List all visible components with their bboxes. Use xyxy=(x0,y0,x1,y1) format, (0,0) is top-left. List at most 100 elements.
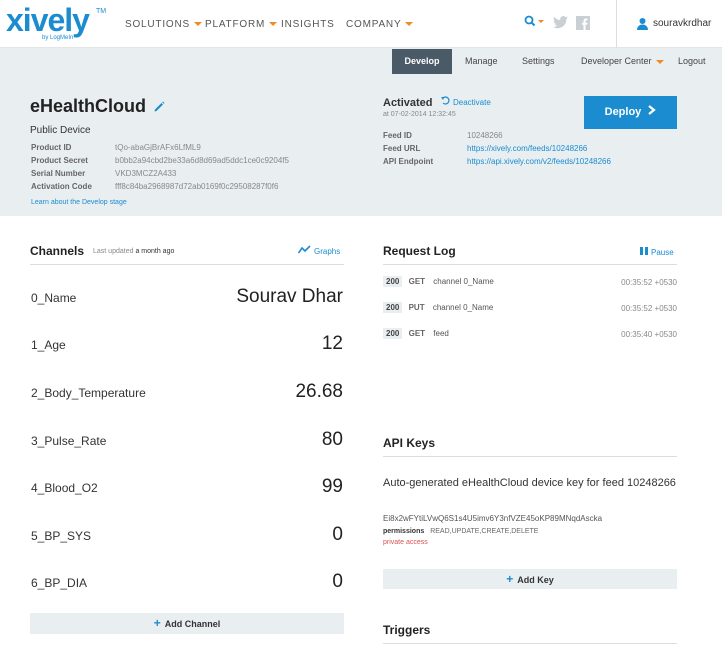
add-key-button[interactable]: + Add Key xyxy=(383,569,677,589)
channel-name[interactable]: 0_Name xyxy=(31,291,76,305)
nav-company[interactable]: COMPANY xyxy=(346,19,414,30)
nav-insights[interactable]: INSIGHTS xyxy=(281,19,335,30)
chevron-right-icon xyxy=(648,105,657,115)
facebook-link[interactable] xyxy=(576,16,590,35)
channel-value: 0 xyxy=(332,524,343,545)
api-key-value[interactable]: Ei8x2wFYtiLVwQ6S1s4U5imv6Y3nfVZE45oKP89M… xyxy=(383,514,602,523)
channel-name[interactable]: 1_Age xyxy=(31,338,66,352)
http-method: GET xyxy=(408,277,426,286)
dropdown-caret-icon xyxy=(405,22,414,27)
user-menu[interactable]: souravkrdhar xyxy=(636,17,711,30)
channel-value: 80 xyxy=(321,429,343,450)
channel-name[interactable]: 2_Body_Temperature xyxy=(31,386,146,400)
request-log-title: Request Log xyxy=(383,244,456,258)
channel-name[interactable]: 3_Pulse_Rate xyxy=(31,434,106,448)
search-button[interactable] xyxy=(524,15,544,34)
nav-platform[interactable]: PLATFORM xyxy=(205,19,278,30)
deactivate-label: Deactivate xyxy=(453,98,491,107)
channel-value: 0 xyxy=(332,571,343,592)
serial-number-value: VKD3MCZ2A433 xyxy=(115,169,177,178)
add-channel-label: Add Channel xyxy=(164,619,221,629)
permissions-value: READ,UPDATE,CREATE,DELETE xyxy=(430,528,539,535)
learn-develop-link[interactable]: Learn about the Develop stage xyxy=(31,199,127,206)
product-secret-value: b0bb2a94cbd2be33a6d8d69ad5ddc1ce0c9204f5 xyxy=(115,156,289,165)
channel-value: Sourav Dhar xyxy=(236,286,343,307)
status-code: 200 xyxy=(383,328,403,339)
log-row[interactable]: 200 PUT channel 0_Name 00:35:52 +0530 xyxy=(383,302,677,318)
graphs-link[interactable]: Graphs xyxy=(297,245,340,256)
channel-value: 99 xyxy=(321,476,343,497)
logout-link[interactable]: Logout xyxy=(678,49,706,74)
api-endpoint-link[interactable]: https://api.xively.com/v2/feeds/10248266 xyxy=(467,157,611,166)
graph-icon xyxy=(297,245,311,254)
logo-trademark: TM xyxy=(96,8,107,15)
nav-label: SOLUTIONS xyxy=(125,19,190,30)
product-secret-label: Product Secret xyxy=(31,156,88,165)
pause-label: Pause xyxy=(651,248,674,257)
tab-developer-center[interactable]: Developer Center xyxy=(581,49,664,74)
channel-name[interactable]: 5_BP_SYS xyxy=(31,529,91,543)
channel-name[interactable]: 4_Blood_O2 xyxy=(31,481,98,495)
device-type: Public Device xyxy=(30,125,91,136)
user-separator xyxy=(616,0,617,48)
nav-label: INSIGHTS xyxy=(281,19,335,30)
deactivate-link[interactable]: Deactivate xyxy=(441,96,491,107)
tab-manage[interactable]: Manage xyxy=(465,49,498,74)
http-method: GET xyxy=(408,329,426,338)
user-icon xyxy=(637,18,648,30)
dropdown-caret-icon xyxy=(655,59,664,64)
top-navigation-bar: xively TM by LogMeIn SOLUTIONS PLATFORM … xyxy=(0,0,722,48)
permissions-label: permissions xyxy=(383,528,425,535)
logo-text: xively xyxy=(6,2,90,38)
log-resource: feed xyxy=(433,329,449,338)
xively-logo[interactable]: xively TM by LogMeIn xyxy=(6,2,106,41)
triggers-divider xyxy=(383,643,677,644)
twitter-icon xyxy=(553,16,568,29)
deploy-label: Deploy xyxy=(604,106,642,118)
nav-solutions[interactable]: SOLUTIONS xyxy=(125,19,202,30)
logo-subtitle: by LogMeIn xyxy=(42,35,74,41)
pause-icon xyxy=(640,247,648,255)
log-time: 00:35:40 +0530 xyxy=(621,330,677,339)
twitter-link[interactable] xyxy=(553,16,568,34)
feed-url-label: Feed URL xyxy=(383,144,421,153)
log-row[interactable]: 200 GET channel 0_Name 00:35:52 +0530 xyxy=(383,276,677,292)
log-row[interactable]: 200 GET feed 00:35:40 +0530 xyxy=(383,328,677,344)
updated-value: a month ago xyxy=(135,248,175,255)
deploy-button[interactable]: Deploy xyxy=(584,96,677,129)
edit-pencil-icon[interactable] xyxy=(154,101,165,112)
product-id-value: tQo-abaGjBrAFx6LfML9 xyxy=(115,143,201,152)
api-key-permissions: permissions READ,UPDATE,CREATE,DELETE xyxy=(383,528,538,535)
channels-title: Channels xyxy=(30,244,85,258)
nav-label: PLATFORM xyxy=(205,19,266,30)
updated-prefix: Last updated xyxy=(93,248,134,255)
feed-id-value: 10248266 xyxy=(467,131,503,140)
activation-code-value: fff8c84ba2968987d72ab0169f0c29508287f0f6 xyxy=(115,182,279,191)
status-code: 200 xyxy=(383,302,403,313)
api-keys-divider xyxy=(383,456,677,457)
device-title: eHealthCloud xyxy=(30,96,165,117)
product-id-label: Product ID xyxy=(31,143,72,152)
access-level: private access xyxy=(383,539,428,546)
log-resource: channel 0_Name xyxy=(432,303,494,312)
tab-label: Developer Center xyxy=(581,56,652,66)
triggers-title: Triggers xyxy=(383,623,431,637)
feed-url-link[interactable]: https://xively.com/feeds/10248266 xyxy=(467,144,587,153)
dropdown-caret-icon xyxy=(269,22,278,27)
request-log-divider xyxy=(383,264,677,265)
plus-icon: + xyxy=(506,572,514,586)
add-key-label: Add Key xyxy=(517,575,554,585)
add-channel-button[interactable]: + Add Channel xyxy=(30,613,344,634)
plus-icon: + xyxy=(153,616,161,630)
facebook-icon xyxy=(576,16,590,30)
log-time: 00:35:52 +0530 xyxy=(621,278,677,287)
device-name: eHealthCloud xyxy=(30,96,147,116)
channel-name[interactable]: 6_BP_DIA xyxy=(31,576,87,590)
tab-develop[interactable]: Develop xyxy=(392,49,452,74)
undo-icon xyxy=(441,96,450,105)
status-code: 200 xyxy=(383,276,403,287)
api-keys-title: API Keys xyxy=(383,436,436,450)
channels-divider xyxy=(30,264,344,265)
tab-settings[interactable]: Settings xyxy=(522,49,555,74)
pause-button[interactable]: Pause xyxy=(640,247,674,257)
